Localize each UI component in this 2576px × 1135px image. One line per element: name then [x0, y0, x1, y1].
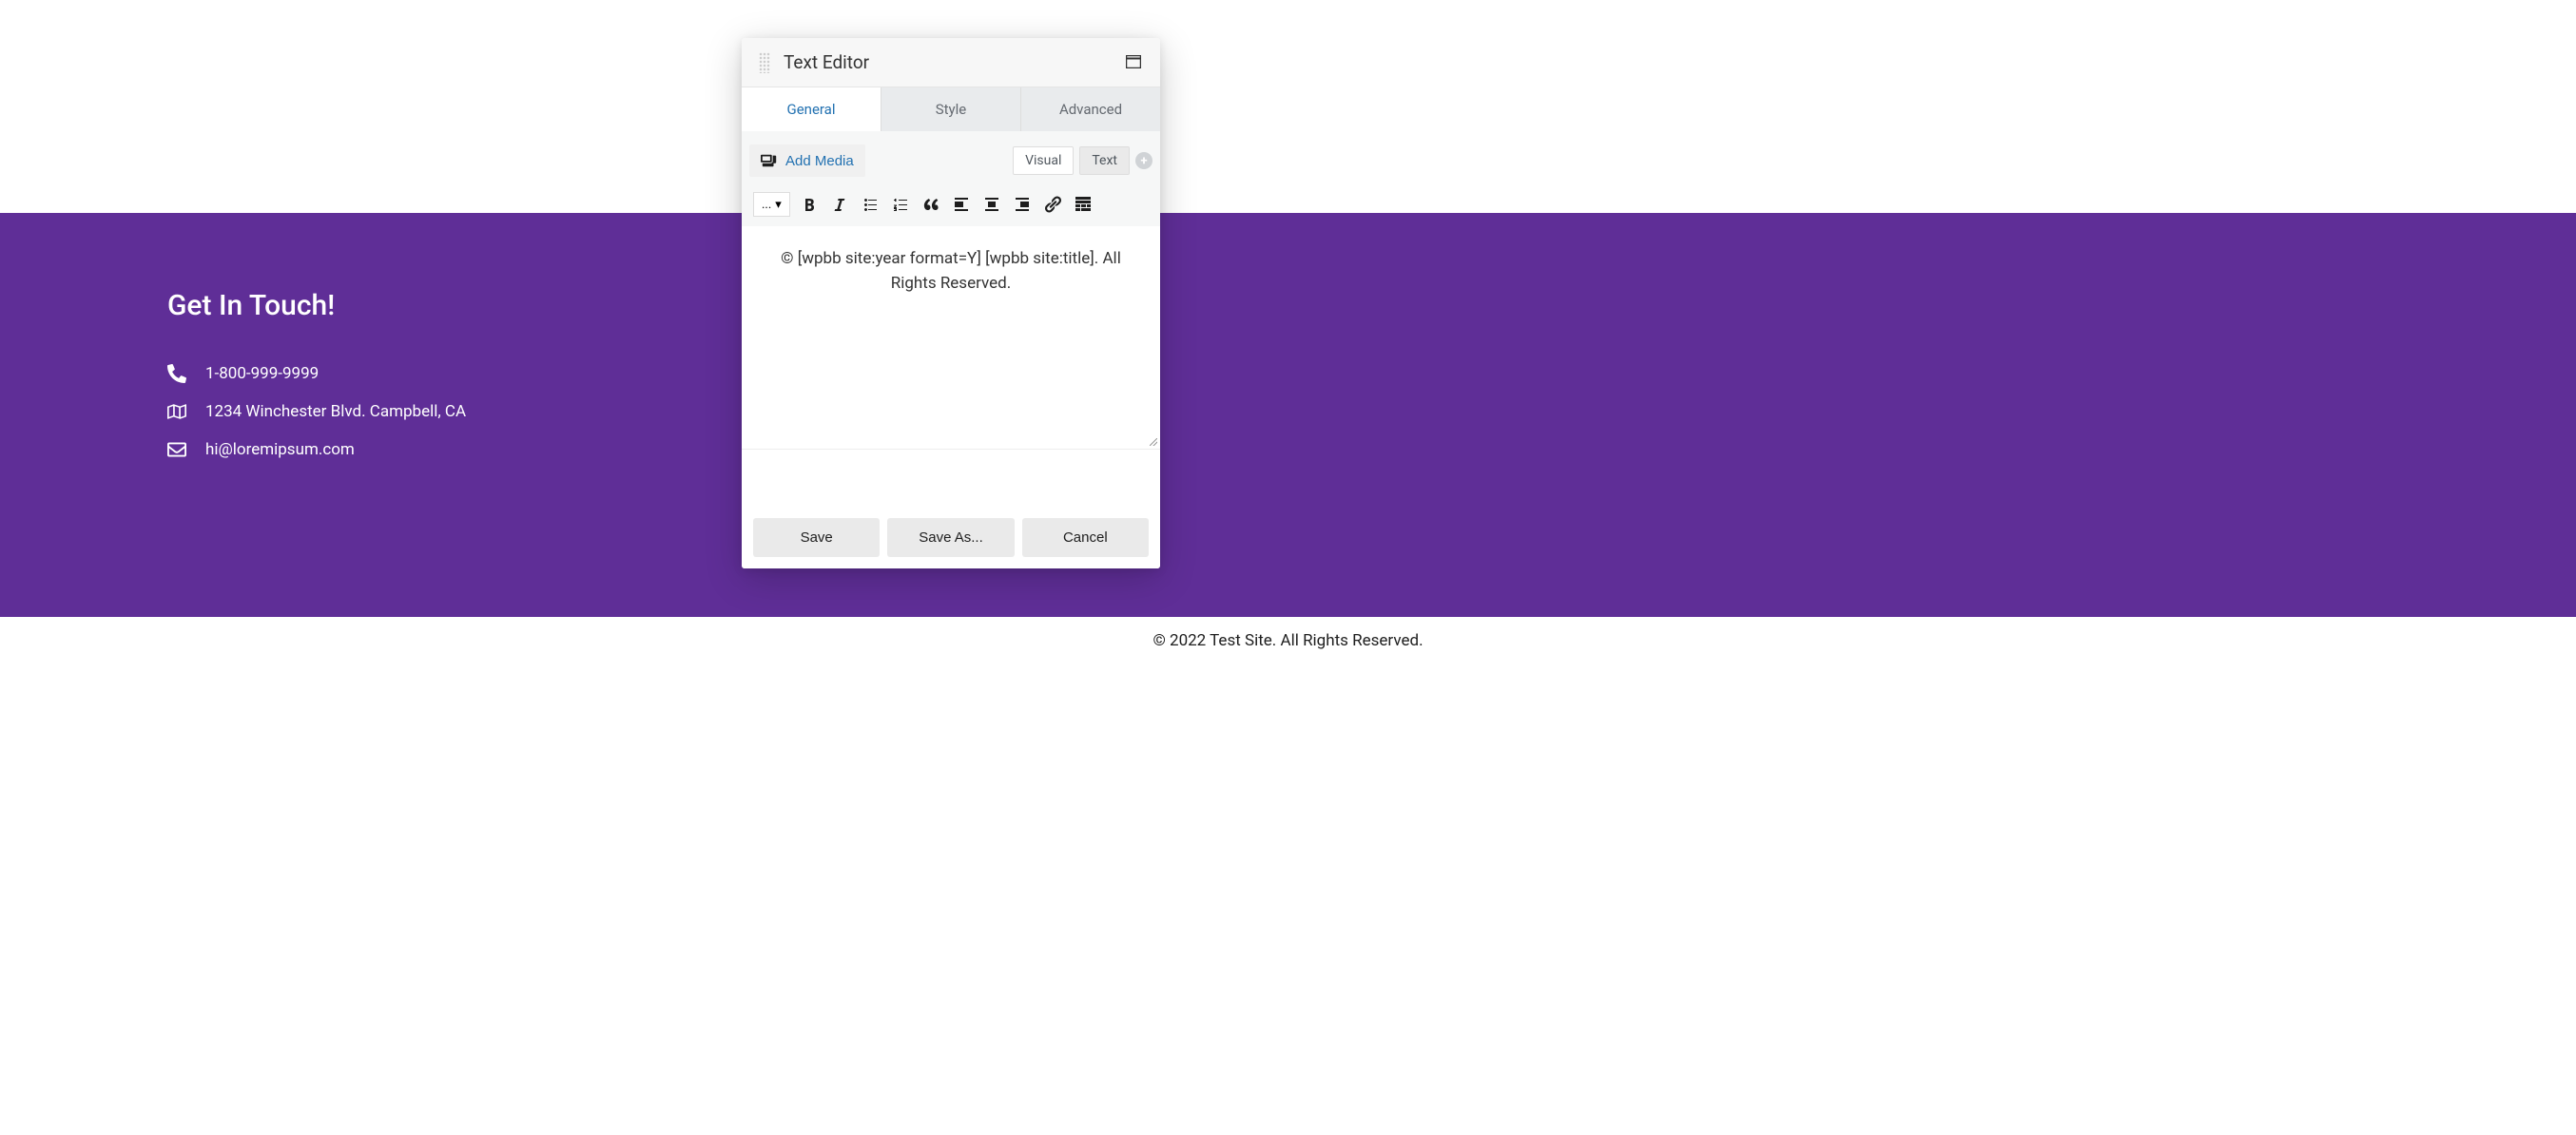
phone-icon: [167, 364, 186, 383]
align-left-icon[interactable]: [950, 193, 973, 216]
text-editor-panel: Text Editor General Style Advanced Add M…: [742, 38, 1160, 568]
editor-tabs: General Style Advanced: [742, 87, 1160, 131]
editor-content-area[interactable]: © [wpbb site:year format=Y] [wpbb site:t…: [742, 226, 1160, 450]
tab-style[interactable]: Style: [881, 87, 1021, 131]
editor-toolbar-section: Add Media Visual Text + ... ▾: [742, 131, 1160, 226]
contact-list: 1-800-999-9999 1234 Winchester Blvd. Cam…: [167, 364, 2409, 459]
contact-address[interactable]: 1234 Winchester Blvd. Campbell, CA: [167, 402, 2409, 421]
contact-email[interactable]: hi@loremipsum.com: [167, 440, 2409, 459]
align-center-icon[interactable]: [980, 193, 1003, 216]
format-toolbar: ... ▾: [749, 186, 1152, 226]
contact-phone-text: 1-800-999-9999: [205, 364, 319, 383]
bold-icon[interactable]: [798, 193, 821, 216]
mode-tab-text[interactable]: Text: [1079, 146, 1130, 175]
tab-general[interactable]: General: [742, 87, 881, 131]
link-icon[interactable]: [1041, 193, 1064, 216]
map-icon: [167, 402, 186, 421]
media-icon: [761, 152, 778, 169]
toolbar-toggle-icon[interactable]: [1072, 193, 1094, 216]
contact-email-text: hi@loremipsum.com: [205, 440, 355, 459]
editor-text: © [wpbb site:year format=Y] [wpbb site:t…: [781, 249, 1121, 293]
align-right-icon[interactable]: [1011, 193, 1034, 216]
cancel-button[interactable]: Cancel: [1022, 518, 1149, 557]
contact-phone[interactable]: 1-800-999-9999: [167, 364, 2409, 383]
chevron-down-icon: ▾: [775, 198, 782, 212]
resize-handle-icon[interactable]: [1147, 435, 1158, 447]
editor-footer: Save Save As... Cancel: [742, 507, 1160, 568]
copyright-bar: © 2022 Test Site. All Rights Reserved.: [0, 617, 2576, 664]
window-maximize-icon[interactable]: [1126, 54, 1143, 71]
save-button[interactable]: Save: [753, 518, 880, 557]
contact-address-text: 1234 Winchester Blvd. Campbell, CA: [205, 402, 466, 421]
editor-title: Text Editor: [784, 51, 1126, 73]
mode-tab-visual[interactable]: Visual: [1013, 146, 1074, 175]
expand-toolbar-icon[interactable]: +: [1135, 152, 1152, 169]
drag-handle-icon[interactable]: [759, 52, 770, 73]
tab-advanced[interactable]: Advanced: [1021, 87, 1160, 131]
copyright-text: © 2022 Test Site. All Rights Reserved.: [1152, 631, 1423, 650]
format-select[interactable]: ... ▾: [753, 192, 790, 217]
bullet-list-icon[interactable]: [859, 193, 881, 216]
editor-header: Text Editor: [742, 38, 1160, 87]
add-media-label: Add Media: [785, 153, 854, 169]
add-media-button[interactable]: Add Media: [749, 144, 865, 177]
editor-spacer: [742, 450, 1160, 507]
envelope-icon: [167, 440, 186, 459]
footer-title: Get In Touch!: [167, 289, 2409, 322]
footer-section: Get In Touch! 1-800-999-9999 1234 Winche…: [0, 213, 2576, 617]
blockquote-icon[interactable]: [920, 193, 942, 216]
italic-icon[interactable]: [828, 193, 851, 216]
numbered-list-icon[interactable]: [889, 193, 912, 216]
editor-mode-tabs: Visual Text +: [1013, 146, 1152, 175]
save-as-button[interactable]: Save As...: [887, 518, 1014, 557]
